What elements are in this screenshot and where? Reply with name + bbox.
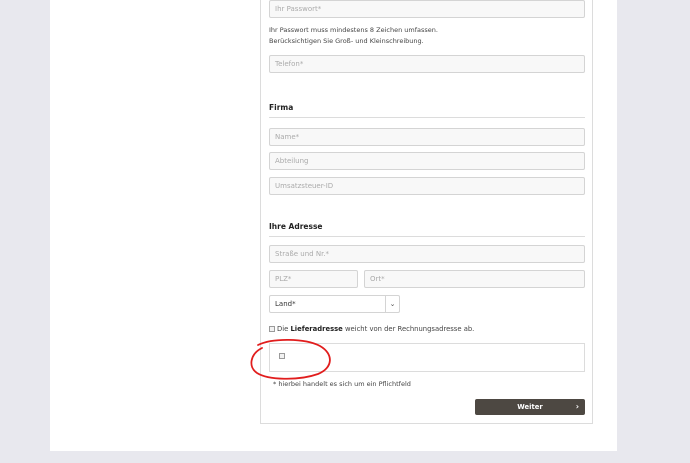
company-divider xyxy=(269,117,585,118)
company-heading: Firma xyxy=(269,103,294,112)
company-name-field[interactable]: Name* xyxy=(269,128,585,146)
password-field[interactable]: Ihr Passwort* xyxy=(269,0,585,18)
additional-option-box xyxy=(269,343,585,372)
shipping-label-bold: Lieferadresse xyxy=(290,325,343,333)
country-select-value: Land* xyxy=(275,300,296,308)
zip-field[interactable]: PLZ* xyxy=(269,270,358,288)
different-shipping-label[interactable]: Die Lieferadresse weicht von der Rechnun… xyxy=(277,324,474,334)
phone-field[interactable]: Telefon* xyxy=(269,55,585,73)
address-heading: Ihre Adresse xyxy=(269,222,323,231)
city-field[interactable]: Ort* xyxy=(364,270,585,288)
chevron-right-icon: › xyxy=(575,402,579,411)
password-hint-line2: Berücksichtigen Sie Groß- und Kleinschre… xyxy=(269,37,424,45)
continue-button[interactable]: Weiter › xyxy=(475,399,585,415)
shipping-label-prefix: Die xyxy=(277,325,291,333)
required-field-note: * hierbei handelt es sich um ein Pflicht… xyxy=(273,380,411,388)
chevron-down-icon: ⌄ xyxy=(385,296,399,312)
department-field[interactable]: Abteilung xyxy=(269,152,585,170)
additional-option-checkbox[interactable] xyxy=(279,353,285,359)
country-select[interactable]: Land* ⌄ xyxy=(269,295,400,313)
street-field[interactable]: Straße und Nr.* xyxy=(269,245,585,263)
address-divider xyxy=(269,236,585,237)
vat-id-field[interactable]: Umsatzsteuer-ID xyxy=(269,177,585,195)
shipping-label-suffix: weicht von der Rechnungsadresse ab. xyxy=(342,325,475,333)
different-shipping-checkbox[interactable] xyxy=(269,326,275,332)
continue-button-label: Weiter xyxy=(517,403,543,411)
